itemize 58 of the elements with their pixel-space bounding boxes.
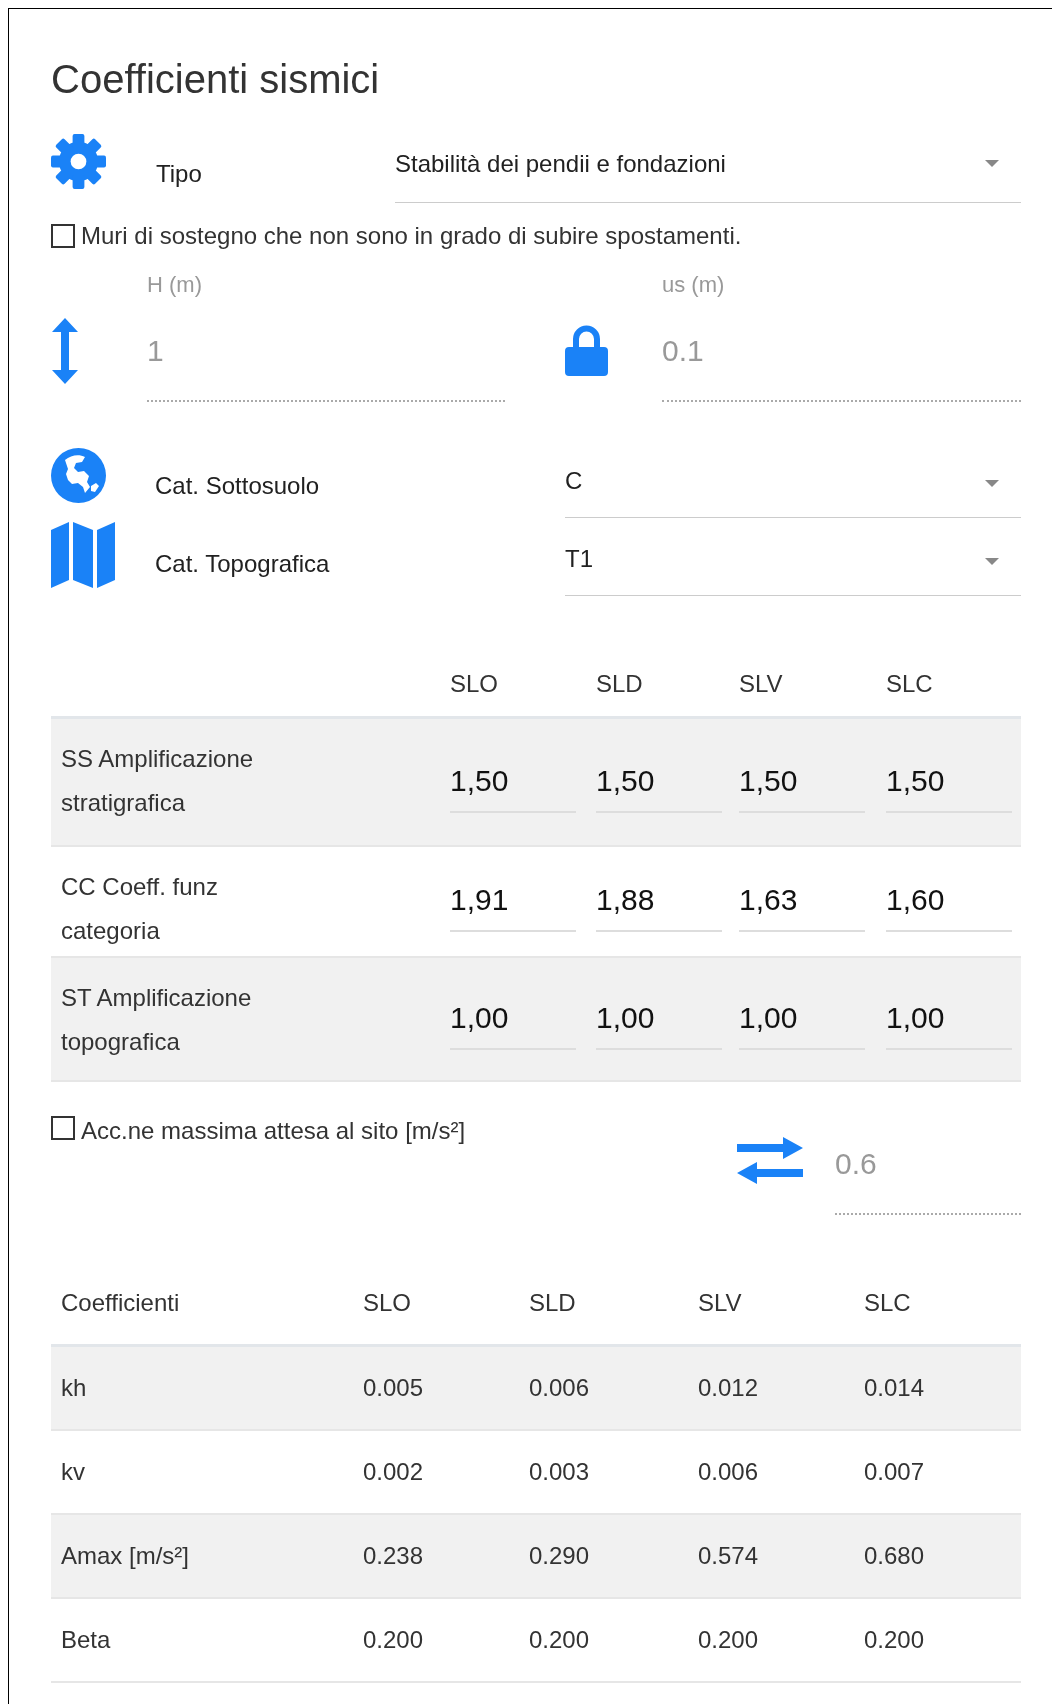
table-cell-text: 0.002 — [363, 1457, 425, 1487]
column-header: SLO — [363, 1288, 413, 1318]
type-select[interactable]: Stabilità dei pendii e fondazioni — [395, 131, 1021, 203]
table-cell-text: 0.200 — [864, 1625, 926, 1655]
table-cell-text: 0.014 — [864, 1373, 926, 1403]
value-field[interactable]: 1,88 — [596, 877, 722, 932]
value-field[interactable]: 1,60 — [886, 877, 1012, 932]
table-cell-text: 0.200 — [363, 1625, 425, 1655]
table-cell-text: 0.680 — [864, 1541, 926, 1571]
table-cell-text: 0.006 — [698, 1457, 760, 1487]
select-value: T1 — [565, 544, 593, 574]
category-label: Cat. Topografica — [155, 549, 331, 579]
page-title: Coefficienti sismici — [51, 56, 381, 103]
value-field[interactable]: 1,00 — [450, 994, 576, 1050]
table-cell-text: 0.012 — [698, 1373, 760, 1403]
field-label: us (m) — [662, 271, 726, 299]
value-field[interactable]: 1,50 — [739, 757, 865, 813]
table-cell-text: Amax [m/s²] — [61, 1541, 190, 1571]
column-header: SLD — [529, 1288, 577, 1318]
column-header: Coefficienti — [61, 1288, 181, 1318]
column-header: SLV — [739, 669, 784, 699]
value-field[interactable]: 1,00 — [596, 994, 722, 1050]
table-cell-text: 0.574 — [698, 1541, 760, 1571]
category-label: Cat. Sottosuolo — [155, 471, 321, 501]
table-cell-text: 0.005 — [363, 1373, 425, 1403]
category-select[interactable]: T1 — [565, 520, 1021, 596]
column-header: SLC — [864, 1288, 912, 1318]
table-cell-text: 0.200 — [698, 1625, 760, 1655]
row-label: CC Coeff. funz categoria — [61, 872, 219, 946]
column-header: SLV — [698, 1288, 743, 1318]
value-field[interactable]: 1,63 — [739, 877, 865, 932]
row-label: SS Amplificazione stratigrafica — [61, 744, 255, 818]
value-field[interactable]: 1,00 — [886, 994, 1012, 1050]
value-field[interactable]: 1,50 — [886, 757, 1012, 813]
category-select[interactable]: C — [565, 442, 1021, 518]
select-value: C — [565, 466, 583, 496]
table-cell-text: 0.007 — [864, 1457, 926, 1487]
type-label: Tipo — [156, 159, 203, 189]
checkbox-label: Acc.ne massima attesa al sito [m/s²] — [81, 1116, 466, 1146]
column-header: SLO — [450, 669, 500, 699]
table-cell-text: 0.290 — [529, 1541, 591, 1571]
column-header: SLC — [886, 669, 934, 699]
table-cell-text: kv — [61, 1457, 86, 1487]
table-cell-text: 0.238 — [363, 1541, 425, 1571]
table-cell-text: kh — [61, 1373, 88, 1403]
field-label: H (m) — [147, 271, 203, 299]
checkbox-label: Muri di sostegno che non sono in grado di subire spostamenti. — [81, 221, 742, 251]
value-field[interactable]: 1,50 — [450, 757, 576, 813]
table-cell-text: 0.006 — [529, 1373, 591, 1403]
value-field[interactable]: 1,00 — [739, 994, 865, 1050]
table-cell-text: Beta — [61, 1625, 112, 1655]
column-header: SLD — [596, 669, 644, 699]
table-cell-text: 0.200 — [529, 1625, 591, 1655]
value-field[interactable]: 1,50 — [596, 757, 722, 813]
type-value: Stabilità dei pendii e fondazioni — [395, 148, 726, 179]
row-label: ST Amplificazione topografica — [61, 983, 253, 1057]
value-field[interactable]: 1,91 — [450, 877, 576, 932]
table-cell-text: 0.003 — [529, 1457, 591, 1487]
